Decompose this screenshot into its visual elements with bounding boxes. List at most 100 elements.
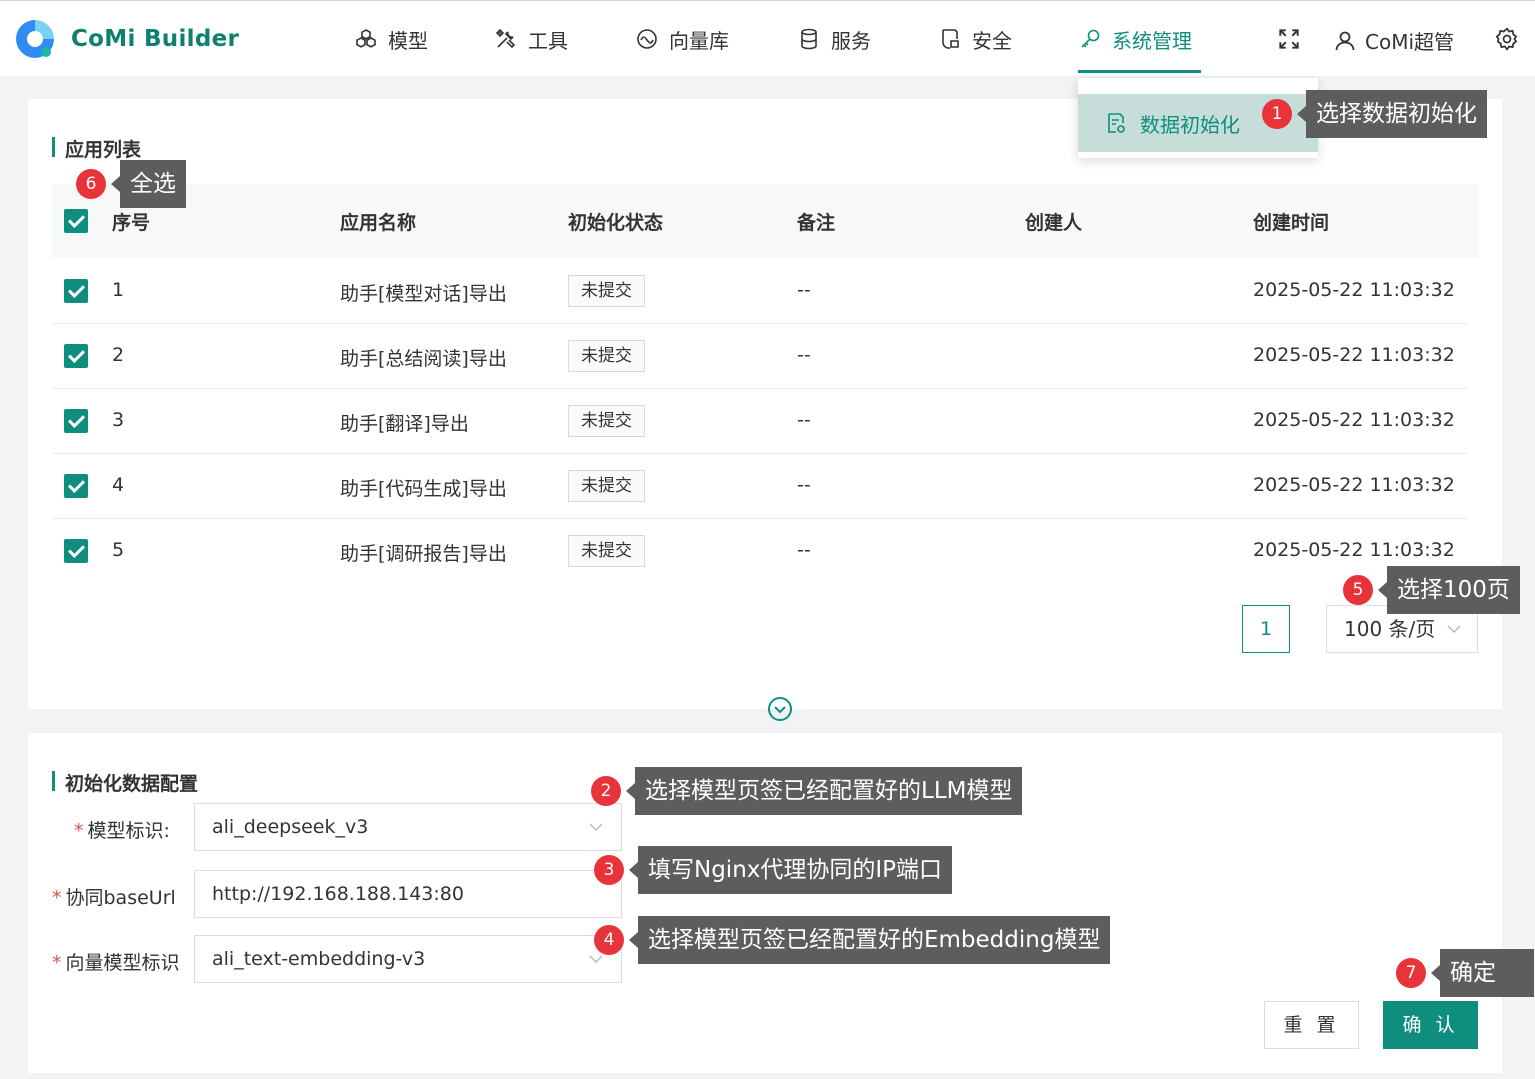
- row-created-time: 2025-05-22 11:03:32: [1253, 279, 1455, 301]
- column-header-index: 序号: [112, 212, 151, 234]
- base-url-value: http://192.168.188.143:80: [212, 883, 464, 905]
- row-remark: --: [797, 279, 811, 301]
- cubes-icon: [356, 29, 376, 48]
- table-row[interactable]: 4 助手[代码生成]导出 未提交 -- 2025-05-22 11:03:32: [52, 454, 1468, 519]
- status-badge: 未提交: [568, 535, 645, 567]
- column-header-remark: 备注: [797, 212, 836, 234]
- shield-icon: [942, 29, 959, 49]
- collapse-toggle-icon[interactable]: [767, 696, 793, 722]
- nav-models[interactable]: 模型: [354, 24, 428, 54]
- gear-icon[interactable]: [1494, 26, 1520, 52]
- annotation-badge-6: 6: [76, 169, 106, 199]
- comi-logo-icon: [16, 20, 54, 58]
- embedding-model-label: * 向量模型标识: [52, 948, 180, 975]
- reset-button[interactable]: 重 置: [1264, 1001, 1359, 1049]
- model-id-label-text: 模型标识:: [87, 820, 170, 842]
- nav-system-management[interactable]: 系统管理: [1078, 24, 1192, 54]
- user-menu[interactable]: CoMi超管: [1333, 26, 1454, 55]
- status-badge: 未提交: [568, 275, 645, 307]
- fullscreen-icon[interactable]: [1276, 26, 1302, 52]
- required-mark: *: [74, 820, 84, 842]
- row-index: 4: [112, 474, 125, 496]
- nav-system-management-label: 系统管理: [1112, 28, 1192, 53]
- user-icon: [1335, 31, 1355, 50]
- row-index: 2: [112, 344, 125, 366]
- vector-icon: [637, 29, 657, 49]
- model-id-label: * 模型标识:: [74, 816, 170, 843]
- annotation-callout-3: 填写Nginx代理协同的IP端口: [628, 846, 953, 894]
- database-icon: [801, 28, 817, 50]
- header-top-border: [0, 0, 1535, 1]
- row-checkbox[interactable]: [64, 409, 88, 433]
- base-url-label-text: 协同baseUrl: [65, 887, 176, 909]
- nav-tools[interactable]: 工具: [494, 24, 568, 54]
- table-row[interactable]: 2 助手[总结阅读]导出 未提交 -- 2025-05-22 11:03:32: [52, 324, 1468, 389]
- table-row[interactable]: 1 助手[模型对话]导出 未提交 -- 2025-05-22 11:03:32: [52, 259, 1468, 324]
- nav-services[interactable]: 服务: [797, 24, 871, 54]
- row-created-time: 2025-05-22 11:03:32: [1253, 409, 1455, 431]
- row-app-name: 助手[模型对话]导出: [340, 283, 507, 305]
- annotation-badge-2: 2: [591, 776, 621, 806]
- chevron-down-icon: [1447, 625, 1461, 634]
- required-mark: *: [52, 887, 62, 909]
- row-index: 5: [112, 539, 125, 561]
- status-badge: 未提交: [568, 340, 645, 372]
- table-row[interactable]: 5 助手[调研报告]导出 未提交 -- 2025-05-22 11:03:32: [52, 519, 1468, 584]
- table-header: 序号 应用名称 初始化状态 备注 创建人 创建时间: [52, 184, 1478, 258]
- embedding-model-value: ali_text-embedding-v3: [212, 948, 426, 970]
- init-config-title: 初始化数据配置: [52, 769, 198, 796]
- row-app-name: 助手[代码生成]导出: [340, 478, 507, 500]
- brand-name: CoMi Builder: [71, 26, 240, 52]
- row-created-time: 2025-05-22 11:03:32: [1253, 344, 1455, 366]
- row-app-name: 助手[翻译]导出: [340, 413, 469, 435]
- page-size-value: 100 条/页: [1344, 617, 1436, 641]
- column-header-creator: 创建人: [1025, 212, 1083, 234]
- base-url-input[interactable]: http://192.168.188.143:80: [194, 870, 622, 918]
- top-header: CoMi Builder 模型 工具 向量库 服务 安全 系统管理 CoMi超管: [0, 0, 1535, 76]
- annotation-callout-6: 全选: [111, 160, 186, 208]
- nav-tools-label: 工具: [528, 28, 568, 53]
- confirm-button[interactable]: 确 认: [1383, 1001, 1478, 1049]
- annotation-badge-7: 7: [1396, 958, 1426, 988]
- table-row[interactable]: 3 助手[翻译]导出 未提交 -- 2025-05-22 11:03:32: [52, 389, 1468, 454]
- model-id-select[interactable]: ali_deepseek_v3: [194, 803, 622, 851]
- annotation-callout-2: 选择模型页签已经配置好的LLM模型: [625, 767, 1023, 815]
- nav-vector-store[interactable]: 向量库: [635, 24, 729, 54]
- nav-security[interactable]: 安全: [938, 24, 1012, 54]
- base-url-label: * 协同baseUrl: [52, 883, 176, 910]
- row-checkbox[interactable]: [64, 474, 88, 498]
- nav-models-label: 模型: [388, 28, 428, 53]
- row-checkbox[interactable]: [64, 279, 88, 303]
- annotation-badge-4: 4: [594, 925, 624, 955]
- select-all-checkbox[interactable]: [64, 209, 88, 233]
- row-checkbox[interactable]: [64, 539, 88, 563]
- row-checkbox[interactable]: [64, 344, 88, 368]
- document-icon: [1108, 113, 1125, 133]
- required-mark: *: [52, 952, 62, 974]
- active-tab-indicator: [1078, 70, 1201, 73]
- row-app-name: 助手[总结阅读]导出: [340, 348, 507, 370]
- nav-vector-store-label: 向量库: [669, 28, 729, 53]
- row-index: 3: [112, 409, 125, 431]
- row-remark: --: [797, 344, 811, 366]
- row-remark: --: [797, 409, 811, 431]
- menu-item-data-init-label: 数据初始化: [1140, 112, 1240, 137]
- nav-services-label: 服务: [831, 28, 871, 53]
- row-app-name: 助手[调研报告]导出: [340, 543, 507, 565]
- annotation-callout-5: 选择100页: [1378, 566, 1520, 614]
- row-remark: --: [797, 539, 811, 561]
- embedding-model-label-text: 向量模型标识: [65, 952, 180, 974]
- column-header-created-time: 创建时间: [1253, 212, 1330, 234]
- annotation-badge-1: 1: [1262, 99, 1292, 129]
- page-number-button[interactable]: 1: [1242, 605, 1290, 653]
- column-header-status: 初始化状态: [568, 212, 664, 234]
- row-index: 1: [112, 279, 125, 301]
- row-created-time: 2025-05-22 11:03:32: [1253, 474, 1455, 496]
- status-badge: 未提交: [568, 405, 645, 437]
- chevron-down-icon: [589, 823, 603, 832]
- column-header-app-name: 应用名称: [340, 212, 417, 234]
- row-created-time: 2025-05-22 11:03:32: [1253, 539, 1455, 561]
- annotation-callout-7: 确定: [1431, 949, 1534, 997]
- embedding-model-select[interactable]: ali_text-embedding-v3: [194, 935, 622, 983]
- app-list-title: 应用列表: [52, 135, 141, 162]
